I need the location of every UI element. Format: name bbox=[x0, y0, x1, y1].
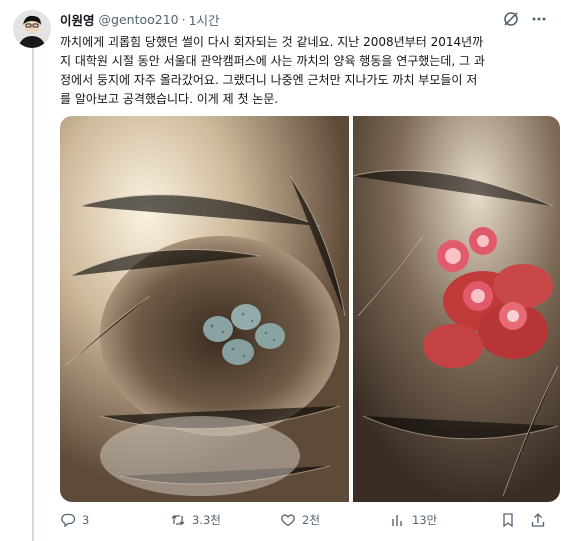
tweet-text: 까치에게 괴롭힘 당했던 썰이 다시 회자되는 것 같네요. 지난 2008년부… bbox=[60, 33, 550, 109]
bookmark-icon bbox=[503, 513, 513, 528]
share-button[interactable] bbox=[530, 512, 552, 528]
heart-icon bbox=[281, 514, 295, 527]
views-button[interactable]: 13만 bbox=[390, 512, 437, 528]
views-count: 13만 bbox=[412, 513, 438, 527]
author-name[interactable]: 이원영 bbox=[60, 10, 95, 29]
avatar-image bbox=[13, 10, 51, 48]
author-handle[interactable]: @gentoo210 bbox=[99, 12, 179, 27]
tweet-media[interactable] bbox=[60, 116, 560, 502]
nest-eggs-photo[interactable] bbox=[60, 116, 349, 502]
bookmark-button[interactable] bbox=[500, 512, 522, 528]
tweet-header: 이원영 @gentoo210 · 1시간 bbox=[60, 10, 220, 28]
tweet-text-line: 를 알아보고 공격했습니다. 이게 제 첫 논문. bbox=[60, 92, 279, 106]
header-separator: · bbox=[181, 11, 186, 27]
reply-button[interactable]: 3 bbox=[60, 512, 89, 528]
more-options-icon[interactable] bbox=[530, 10, 548, 28]
nest-chicks-photo[interactable] bbox=[353, 116, 560, 502]
tweet-actions: 3 3.3천 2천 13만 bbox=[60, 512, 550, 532]
analytics-icon bbox=[392, 515, 402, 526]
reply-count: 3 bbox=[82, 513, 90, 527]
avatar[interactable] bbox=[13, 10, 51, 48]
tweet-text-line: 정에서 둥지에 자주 올라갔어요. 그랬더니 나중엔 근처만 지나가도 까치 부… bbox=[60, 73, 478, 87]
repost-icon bbox=[171, 515, 185, 525]
like-count: 2천 bbox=[302, 513, 320, 527]
reply-icon bbox=[61, 513, 76, 528]
repost-button[interactable]: 3.3천 bbox=[170, 512, 221, 528]
thread-line bbox=[32, 48, 34, 541]
repost-count: 3.3천 bbox=[192, 513, 221, 527]
tweet-timestamp[interactable]: 1시간 bbox=[189, 10, 220, 29]
tweet-text-line: 까치에게 괴롭힘 당했던 썰이 다시 회자되는 것 같네요. 지난 2008년부… bbox=[60, 35, 484, 49]
share-icon bbox=[531, 513, 545, 527]
like-button[interactable]: 2천 bbox=[280, 512, 320, 528]
grok-icon[interactable] bbox=[502, 10, 520, 28]
tweet-text-line: 지 대학원 시절 동안 서울대 관악캠퍼스에 사는 까치의 양육 행동을 연구했… bbox=[60, 54, 485, 68]
